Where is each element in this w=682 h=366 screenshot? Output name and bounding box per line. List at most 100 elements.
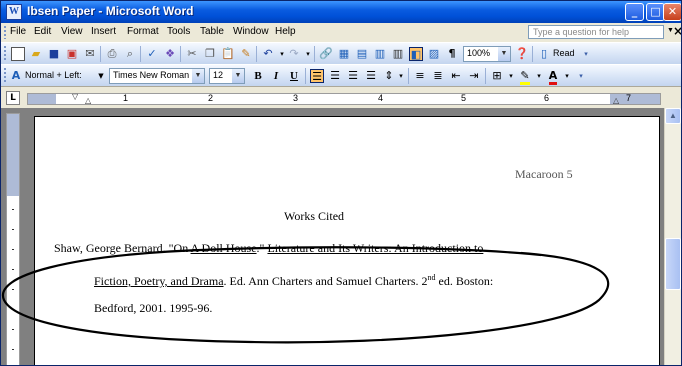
top-margin-area (7, 114, 19, 196)
hyperlink-icon[interactable]: 🔗 (319, 47, 333, 61)
font-size-dropdown-icon[interactable]: ▼ (232, 69, 244, 83)
title-bar[interactable]: W Ibsen Paper - Microsoft Word _ □ ✕ (1, 1, 681, 23)
formatting-toolbar: A Normal + Left: ▼ Times New Roman ▼ 12 … (1, 64, 681, 86)
font-dropdown-icon[interactable]: ▼ (192, 69, 204, 83)
highlight-icon[interactable]: ✎ (518, 69, 532, 85)
toolbar-separator (140, 46, 141, 62)
insert-excel-icon[interactable]: ▥ (373, 47, 387, 61)
italic-button[interactable]: I (269, 69, 283, 83)
tables-borders-icon[interactable]: ▦ (337, 47, 351, 61)
first-line-indent-marker[interactable]: ▽ (72, 92, 78, 101)
columns-icon[interactable]: ▥ (391, 47, 405, 61)
hanging-indent-marker[interactable]: △ (85, 96, 91, 105)
redo-icon[interactable]: ↷ (287, 47, 301, 61)
toolbar-separator (305, 68, 306, 84)
read-button[interactable]: Read (553, 48, 575, 58)
menu-edit[interactable]: Edit (34, 26, 51, 37)
decrease-indent-icon[interactable]: ⇤ (449, 69, 463, 83)
page-header: Macaroon 5 (515, 167, 573, 181)
insert-table-icon[interactable]: ▤ (355, 47, 369, 61)
cut-icon[interactable]: ✂ (185, 47, 199, 61)
underline-button[interactable]: U (287, 69, 301, 83)
font-size-select[interactable]: 12 ▼ (209, 68, 245, 84)
help-icon[interactable]: ❓ (515, 47, 529, 61)
read-mode-icon[interactable]: ▯ (537, 47, 551, 61)
right-indent-marker[interactable]: △ (613, 96, 619, 105)
font-color-dropdown-icon[interactable]: ▾ (560, 69, 574, 83)
standard-toolbar: ▰ ■ ▣ ✉ ⎙ ⌕ ✓ ❖ ✂ ❐ 📋 ✎ ↶ ▾ ↷ ▾ 🔗 ▦ ▤ ▥ … (1, 42, 681, 64)
vertical-ruler-tick (12, 229, 14, 230)
toolbar-separator (532, 46, 533, 62)
menu-file[interactable]: File (10, 26, 26, 37)
tab-selector[interactable]: L (6, 91, 20, 105)
word-app-icon[interactable]: W (6, 4, 22, 20)
highlight-dropdown-icon[interactable]: ▾ (532, 69, 546, 83)
document-close-icon[interactable]: × (673, 24, 681, 38)
bold-button[interactable]: B (251, 69, 265, 83)
drawing-icon[interactable]: ◧ (409, 47, 423, 61)
zoom-select[interactable]: 100% ▼ (463, 46, 511, 62)
format-painter-icon[interactable]: ✎ (239, 47, 253, 61)
toolbar-grip-handle[interactable] (4, 68, 6, 83)
vertical-ruler-tick (12, 349, 14, 350)
paste-icon[interactable]: 📋 (221, 47, 235, 61)
email-icon[interactable]: ✉ (83, 47, 97, 61)
increase-indent-icon[interactable]: ⇥ (467, 69, 481, 83)
menu-grip-handle[interactable] (4, 26, 6, 39)
toolbar-options-icon[interactable]: ▾ (574, 69, 588, 83)
font-color-icon[interactable]: A (546, 69, 560, 85)
permission-icon[interactable]: ▣ (65, 47, 79, 61)
justify-icon[interactable]: ☰ (364, 69, 378, 83)
style-value[interactable]: Normal + Left: (25, 70, 82, 80)
menu-window[interactable]: Window (233, 26, 269, 37)
line-spacing-dropdown-icon[interactable]: ▾ (394, 69, 408, 83)
menu-insert[interactable]: Insert (91, 26, 116, 37)
align-left-icon[interactable]: ☰ (310, 69, 324, 83)
help-search-input[interactable]: Type a question for help (528, 25, 664, 39)
show-hide-pilcrow-icon[interactable]: ¶ (445, 47, 459, 61)
close-button[interactable]: ✕ (663, 3, 681, 21)
style-dropdown-icon[interactable]: ▼ (94, 69, 108, 83)
borders-dropdown-icon[interactable]: ▾ (504, 69, 518, 83)
styles-formatting-icon[interactable]: A (9, 69, 23, 83)
ruler-number: 1 (123, 93, 129, 103)
font-size-value: 12 (213, 70, 224, 80)
bullets-icon[interactable]: ≣ (431, 69, 445, 83)
toolbar-grip-handle[interactable] (4, 46, 6, 61)
research-icon[interactable]: ❖ (163, 47, 177, 61)
redo-dropdown-icon[interactable]: ▾ (301, 47, 315, 61)
copy-icon[interactable]: ❐ (203, 47, 217, 61)
word-window: W Ibsen Paper - Microsoft Word _ □ ✕ Fil… (0, 0, 682, 366)
font-select[interactable]: Times New Roman ▼ (109, 68, 205, 84)
document-map-icon[interactable]: ▨ (427, 47, 441, 61)
borders-icon[interactable]: ⊞ (490, 69, 504, 83)
save-disk-icon[interactable]: ■ (47, 47, 61, 61)
undo-icon[interactable]: ↶ (261, 47, 275, 61)
minimize-button[interactable]: _ (625, 3, 644, 21)
ruler-number: 6 (544, 93, 550, 103)
scroll-up-arrow-icon[interactable]: ▲ (665, 108, 681, 124)
zoom-dropdown-icon[interactable]: ▼ (498, 47, 510, 61)
menu-tools[interactable]: Tools (167, 26, 190, 37)
horizontal-ruler[interactable]: ▽ △ △ 1 2 3 4 5 6 7 (27, 92, 661, 105)
vertical-ruler-tick (12, 209, 14, 210)
numbering-icon[interactable]: ≡ (413, 69, 427, 83)
new-document-icon[interactable] (11, 47, 25, 61)
menu-table[interactable]: Table (200, 26, 224, 37)
menu-help[interactable]: Help (275, 26, 296, 37)
annotation-ellipse (1, 246, 610, 344)
align-center-icon[interactable]: ☰ (328, 69, 342, 83)
toolbar-options-icon[interactable]: ▾ (579, 47, 593, 61)
toolbar-separator (485, 68, 486, 84)
print-icon[interactable]: ⎙ (105, 47, 119, 61)
ruler-number: 2 (208, 93, 214, 103)
menu-format[interactable]: Format (127, 26, 159, 37)
ruler-number: 3 (293, 93, 299, 103)
ellipse-stroke (1, 246, 610, 344)
open-folder-icon[interactable]: ▰ (29, 47, 43, 61)
toolbar-separator (100, 46, 101, 62)
menu-view[interactable]: View (61, 26, 83, 37)
align-right-icon[interactable]: ☰ (346, 69, 360, 83)
spelling-check-icon[interactable]: ✓ (145, 47, 159, 61)
print-preview-icon[interactable]: ⌕ (123, 47, 137, 61)
